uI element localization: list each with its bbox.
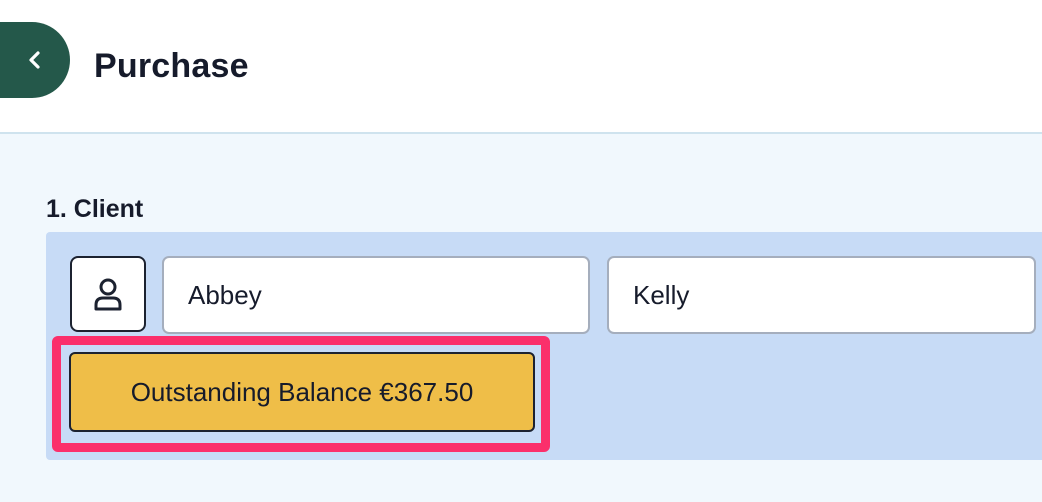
- client-select-button[interactable]: [70, 256, 146, 332]
- page-title: Purchase: [94, 47, 249, 85]
- back-button[interactable]: [0, 22, 70, 98]
- first-name-field[interactable]: [162, 256, 590, 334]
- client-panel: Outstanding Balance €367.50: [46, 232, 1042, 460]
- last-name-field[interactable]: [607, 256, 1036, 334]
- user-icon: [94, 278, 122, 311]
- client-section-heading: 1. Client: [46, 195, 144, 223]
- page-header: Purchase: [0, 0, 1042, 134]
- outstanding-balance-button[interactable]: Outstanding Balance €367.50: [69, 352, 535, 432]
- main-content: 1. Client Outstanding Balance €367.50: [0, 134, 1042, 502]
- chevron-left-icon: [29, 51, 40, 69]
